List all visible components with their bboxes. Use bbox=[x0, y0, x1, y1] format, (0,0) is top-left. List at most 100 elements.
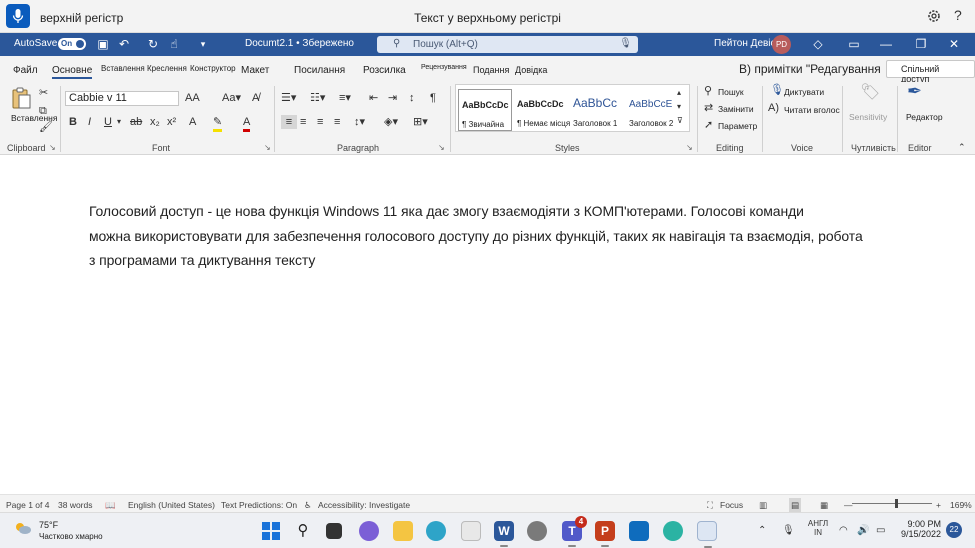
paste-icon[interactable] bbox=[10, 86, 32, 110]
touch-mode-icon[interactable]: ☝ bbox=[166, 36, 182, 52]
word-count[interactable]: 38 words bbox=[58, 500, 93, 510]
styles-scroll-down-icon[interactable]: ▾ bbox=[677, 100, 681, 114]
comments-editing-overlay[interactable]: B) примітки "Редагування bbox=[739, 62, 881, 76]
font-name-box[interactable]: Cabbie v 11 bbox=[65, 91, 179, 106]
underline-icon[interactable]: U bbox=[104, 115, 112, 129]
volume-icon[interactable]: 🔊 bbox=[857, 525, 869, 536]
input-language[interactable]: АНГЛ IN bbox=[807, 519, 829, 537]
style-heading-2[interactable]: AaBbCcE Заголовок 2 bbox=[626, 89, 680, 131]
document-title[interactable]: Documt2.1 • Збережено bbox=[245, 38, 354, 49]
zoom-out-icon[interactable]: — bbox=[844, 500, 853, 510]
customize-toolbar-icon[interactable]: ▾ bbox=[195, 36, 211, 52]
document-canvas[interactable]: Голосовий доступ - це нова функція Windo… bbox=[0, 156, 975, 492]
align-left-icon[interactable]: ≡ bbox=[281, 115, 297, 129]
text-predictions-status[interactable]: Text Predictions: On bbox=[221, 500, 297, 510]
borders-icon[interactable]: ⊞▾ bbox=[413, 115, 428, 129]
accessibility-status[interactable]: Accessibility: Investigate bbox=[318, 500, 410, 510]
style-heading-1[interactable]: AaBbCc Заголовок 1 bbox=[570, 89, 624, 131]
subscript-icon[interactable]: x₂ bbox=[150, 115, 160, 129]
page-count[interactable]: Page 1 of 4 bbox=[6, 500, 49, 510]
sensitivity-icon[interactable]: 🏷 bbox=[860, 85, 880, 101]
file-explorer-icon[interactable] bbox=[393, 521, 413, 541]
read-aloud-icon[interactable]: A) bbox=[768, 101, 779, 115]
show-marks-icon[interactable]: ¶ bbox=[430, 91, 436, 105]
search-box[interactable]: ⚲ Пошук (Alt+Q) 🎙 bbox=[377, 36, 638, 53]
weather-description[interactable]: Частково хмарно bbox=[39, 532, 103, 541]
help-icon[interactable]: ? bbox=[954, 7, 962, 23]
zoom-level[interactable]: 169% bbox=[950, 500, 972, 510]
search-icon[interactable]: ⚲ bbox=[293, 521, 313, 541]
justify-icon[interactable]: ≡ bbox=[334, 115, 340, 129]
ribbon-display-icon[interactable]: ▭ bbox=[846, 36, 862, 52]
style-normal[interactable]: AaBbCcDc ¶ Звичайна bbox=[458, 89, 512, 131]
tab-insert[interactable]: Вставлення bbox=[101, 64, 145, 73]
dictate-icon[interactable]: 🎙 bbox=[770, 83, 784, 97]
find-icon[interactable]: ⚲ bbox=[704, 84, 712, 98]
align-center-icon[interactable]: ≡ bbox=[300, 115, 306, 129]
voice-access-app-icon[interactable] bbox=[697, 521, 717, 548]
style-no-spacing[interactable]: AaBbCcDc ¶ Немає місця bbox=[514, 89, 570, 131]
search-mic-icon[interactable]: 🎙 bbox=[619, 38, 632, 49]
wifi-icon[interactable]: ◠ bbox=[839, 525, 848, 536]
clear-formatting-icon[interactable]: A̸ bbox=[252, 91, 259, 105]
tab-help[interactable]: Довідка bbox=[515, 65, 547, 75]
font-color-icon[interactable]: A bbox=[243, 115, 251, 132]
weather-temperature[interactable]: 75°F bbox=[39, 520, 58, 530]
document-line[interactable]: можна використовувати для забезпечення г… bbox=[89, 228, 863, 244]
focus-icon[interactable]: ⛶ bbox=[707, 500, 713, 511]
multilevel-list-icon[interactable]: ≡▾ bbox=[339, 91, 351, 105]
teams-icon[interactable]: T4 bbox=[562, 516, 587, 547]
strikethrough-icon[interactable]: ab bbox=[130, 115, 142, 129]
shading-icon[interactable]: ◈▾ bbox=[384, 115, 398, 129]
sensitivity-button[interactable]: Sensitivity bbox=[849, 112, 887, 122]
styles-scroll-up-icon[interactable]: ▴ bbox=[677, 86, 681, 100]
align-right-icon[interactable]: ≡ bbox=[317, 115, 323, 129]
clock[interactable]: 9:00 PM 9/15/2022 bbox=[891, 519, 941, 539]
copy-icon[interactable]: ⧉ bbox=[39, 104, 47, 118]
zoom-slider[interactable] bbox=[852, 503, 932, 504]
save-icon[interactable]: ▣ bbox=[95, 36, 111, 52]
autosave-toggle[interactable]: On bbox=[58, 38, 86, 50]
change-case-icon[interactable]: Aa▾ bbox=[222, 91, 241, 105]
numbering-icon[interactable]: ☷▾ bbox=[310, 91, 325, 105]
proofing-icon[interactable]: 📖 bbox=[105, 500, 116, 511]
increase-indent-icon[interactable]: ⇥ bbox=[388, 91, 397, 105]
avatar[interactable]: PD bbox=[772, 35, 791, 54]
restore-icon[interactable]: ❐ bbox=[913, 36, 929, 52]
zoom-slider-thumb[interactable] bbox=[895, 499, 898, 508]
italic-icon[interactable]: I bbox=[88, 115, 91, 129]
tab-references[interactable]: Посилання bbox=[294, 65, 345, 76]
web-layout-icon[interactable]: ▦ bbox=[820, 500, 828, 511]
mail-icon[interactable] bbox=[629, 521, 649, 541]
document-line[interactable]: Голосовий доступ - це нова функція Windo… bbox=[89, 203, 804, 219]
people-icon[interactable] bbox=[663, 521, 683, 541]
read-mode-icon[interactable]: ▥ bbox=[759, 500, 767, 511]
settings-icon[interactable] bbox=[527, 521, 547, 541]
bullets-icon[interactable]: ☰▾ bbox=[281, 91, 296, 105]
format-painter-icon[interactable]: 🖌 bbox=[39, 120, 53, 134]
underline-dropdown-icon[interactable]: ▾ bbox=[117, 115, 121, 129]
store-icon[interactable] bbox=[461, 521, 481, 541]
sort-icon[interactable]: ↕ bbox=[409, 91, 415, 105]
styles-more-icon[interactable]: ⊽ bbox=[677, 114, 683, 128]
find-button[interactable]: Пошук bbox=[718, 87, 744, 97]
task-view-icon[interactable] bbox=[326, 523, 342, 539]
zoom-in-icon[interactable]: + bbox=[936, 500, 941, 510]
paragraph-launcher-icon[interactable]: ↘ bbox=[438, 143, 445, 152]
word-icon[interactable]: W bbox=[494, 521, 514, 547]
tray-microphone-icon[interactable]: 🎙 bbox=[782, 525, 795, 536]
collapse-ribbon-icon[interactable]: ⌃ bbox=[958, 140, 966, 154]
voice-mic-button[interactable] bbox=[6, 4, 30, 28]
font-launcher-icon[interactable]: ↘ bbox=[264, 143, 271, 152]
tab-view[interactable]: Подання bbox=[473, 65, 509, 75]
cut-icon[interactable]: ✂ bbox=[39, 86, 48, 100]
editor-icon[interactable]: ✒ bbox=[907, 82, 922, 100]
tab-draw[interactable]: Креслення bbox=[147, 64, 187, 73]
decrease-indent-icon[interactable]: ⇤ bbox=[369, 91, 378, 105]
tab-file[interactable]: Файл bbox=[13, 65, 38, 76]
premium-diamond-icon[interactable]: ◇ bbox=[810, 36, 826, 52]
grow-font-icon[interactable]: AA bbox=[185, 91, 200, 105]
chat-icon[interactable] bbox=[359, 521, 379, 541]
replace-button[interactable]: Замінити bbox=[718, 104, 754, 114]
editor-button[interactable]: Редактор bbox=[906, 112, 943, 122]
